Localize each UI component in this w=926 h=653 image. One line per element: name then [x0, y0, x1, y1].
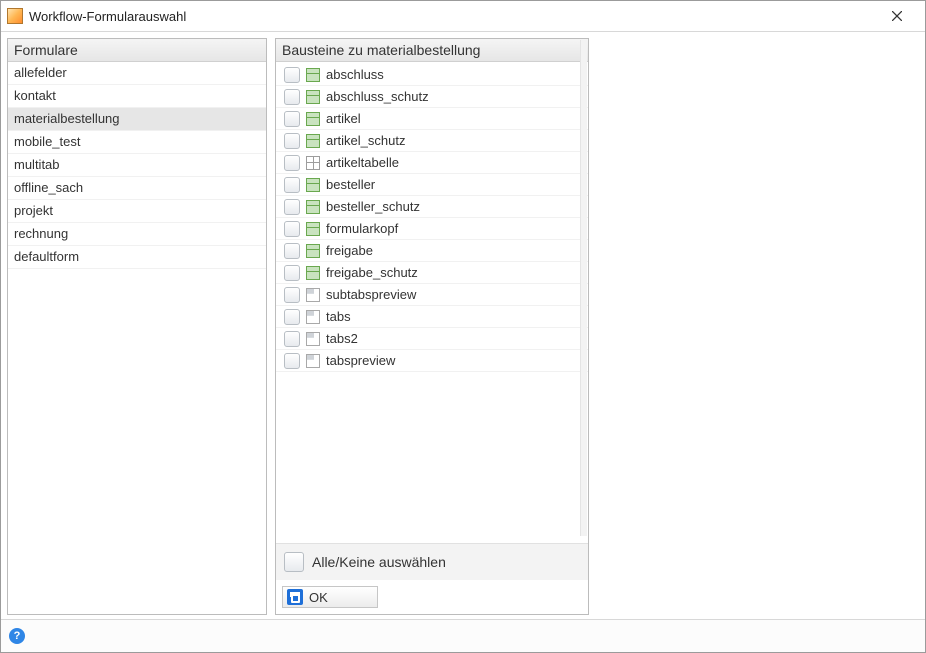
grid-icon: [306, 156, 320, 170]
window: Workflow-Formularauswahl Formulare allef…: [0, 0, 926, 653]
baustein-row[interactable]: abschluss: [276, 64, 588, 86]
baustein-label: tabs2: [326, 330, 582, 347]
help-icon[interactable]: ?: [9, 628, 25, 644]
form-icon: [306, 266, 320, 280]
formulare-item[interactable]: offline_sach: [8, 177, 266, 200]
baustein-label: freigabe_schutz: [326, 264, 582, 281]
baustein-row[interactable]: formularkopf: [276, 218, 588, 240]
baustein-label: tabspreview: [326, 352, 582, 369]
formulare-item[interactable]: mobile_test: [8, 131, 266, 154]
formulare-item-label: projekt: [14, 203, 53, 218]
baustein-row[interactable]: freigabe: [276, 240, 588, 262]
baustein-row[interactable]: tabspreview: [276, 350, 588, 372]
baustein-row[interactable]: artikel_schutz: [276, 130, 588, 152]
form-icon: [306, 112, 320, 126]
baustein-checkbox[interactable]: [284, 177, 300, 193]
select-all-bar: Alle/Keine auswählen: [276, 543, 588, 580]
baustein-checkbox[interactable]: [284, 331, 300, 347]
formulare-header: Formulare: [8, 39, 266, 62]
baustein-checkbox[interactable]: [284, 155, 300, 171]
baustein-checkbox[interactable]: [284, 133, 300, 149]
baustein-label: besteller_schutz: [326, 198, 582, 215]
formulare-list[interactable]: allefelder kontakt materialbestellung mobil…: [8, 62, 266, 614]
baustein-checkbox[interactable]: [284, 309, 300, 325]
tab-icon: [306, 288, 320, 302]
formulare-item-label: materialbestellung: [14, 111, 120, 126]
close-icon: [892, 11, 902, 21]
ok-button[interactable]: OK: [282, 586, 378, 608]
window-title: Workflow-Formularauswahl: [29, 9, 877, 24]
form-icon: [306, 244, 320, 258]
formulare-item[interactable]: projekt: [8, 200, 266, 223]
bausteine-header: Bausteine zu materialbestellung: [276, 39, 588, 62]
baustein-checkbox[interactable]: [284, 111, 300, 127]
formulare-item-label: rechnung: [14, 226, 68, 241]
tab-icon: [306, 354, 320, 368]
formulare-item[interactable]: defaultform: [8, 246, 266, 269]
baustein-row[interactable]: freigabe_schutz: [276, 262, 588, 284]
baustein-row[interactable]: tabs: [276, 306, 588, 328]
baustein-checkbox[interactable]: [284, 89, 300, 105]
ok-bar: OK: [276, 580, 588, 614]
tab-icon: [306, 332, 320, 346]
baustein-label: artikel_schutz: [326, 132, 582, 149]
baustein-label: abschluss: [326, 66, 582, 83]
formulare-item-label: offline_sach: [14, 180, 83, 195]
baustein-row[interactable]: artikel: [276, 108, 588, 130]
formulare-item-label: kontakt: [14, 88, 56, 103]
baustein-label: artikeltabelle: [326, 154, 582, 171]
baustein-checkbox[interactable]: [284, 221, 300, 237]
baustein-checkbox[interactable]: [284, 287, 300, 303]
formulare-item[interactable]: rechnung: [8, 223, 266, 246]
baustein-checkbox[interactable]: [284, 199, 300, 215]
baustein-label: formularkopf: [326, 220, 582, 237]
baustein-row[interactable]: artikeltabelle: [276, 152, 588, 174]
formulare-panel: Formulare allefelder kontakt materialbeste…: [7, 38, 267, 615]
scrollbar[interactable]: [580, 40, 587, 536]
close-button[interactable]: [877, 4, 917, 28]
body: Formulare allefelder kontakt materialbeste…: [1, 32, 925, 652]
baustein-label: subtabspreview: [326, 286, 582, 303]
baustein-row[interactable]: subtabspreview: [276, 284, 588, 306]
baustein-label: besteller: [326, 176, 582, 193]
save-icon: [287, 589, 303, 605]
formulare-item-label: multitab: [14, 157, 60, 172]
app-icon: [7, 8, 23, 24]
baustein-checkbox[interactable]: [284, 243, 300, 259]
form-icon: [306, 178, 320, 192]
baustein-label: tabs: [326, 308, 582, 325]
baustein-row[interactable]: tabs2: [276, 328, 588, 350]
formulare-item[interactable]: allefelder: [8, 62, 266, 85]
formulare-item-label: mobile_test: [14, 134, 80, 149]
main-area: Formulare allefelder kontakt materialbeste…: [1, 32, 925, 619]
form-icon: [306, 68, 320, 82]
baustein-label: artikel: [326, 110, 582, 127]
form-icon: [306, 200, 320, 214]
form-icon: [306, 90, 320, 104]
baustein-checkbox[interactable]: [284, 353, 300, 369]
baustein-row[interactable]: abschluss_schutz: [276, 86, 588, 108]
bausteine-list[interactable]: abschluss abschluss_schutzartikel artikel_…: [276, 62, 588, 543]
formulare-item-label: defaultform: [14, 249, 79, 264]
formulare-item[interactable]: multitab: [8, 154, 266, 177]
formulare-item[interactable]: materialbestellung: [8, 108, 266, 131]
statusbar: ?: [1, 619, 925, 652]
select-all-label: Alle/Keine auswählen: [312, 554, 446, 570]
formulare-item-label: allefelder: [14, 65, 67, 80]
baustein-label: abschluss_schutz: [326, 88, 582, 105]
titlebar: Workflow-Formularauswahl: [1, 1, 925, 32]
formulare-item[interactable]: kontakt: [8, 85, 266, 108]
baustein-label: freigabe: [326, 242, 582, 259]
baustein-row[interactable]: besteller_schutz: [276, 196, 588, 218]
form-icon: [306, 222, 320, 236]
baustein-checkbox[interactable]: [284, 265, 300, 281]
ok-button-label: OK: [309, 590, 328, 605]
form-icon: [306, 134, 320, 148]
tab-icon: [306, 310, 320, 324]
bausteine-panel: Bausteine zu materialbestellung abschlus…: [275, 38, 589, 615]
baustein-row[interactable]: besteller: [276, 174, 588, 196]
select-all-checkbox[interactable]: [284, 552, 304, 572]
baustein-checkbox[interactable]: [284, 67, 300, 83]
